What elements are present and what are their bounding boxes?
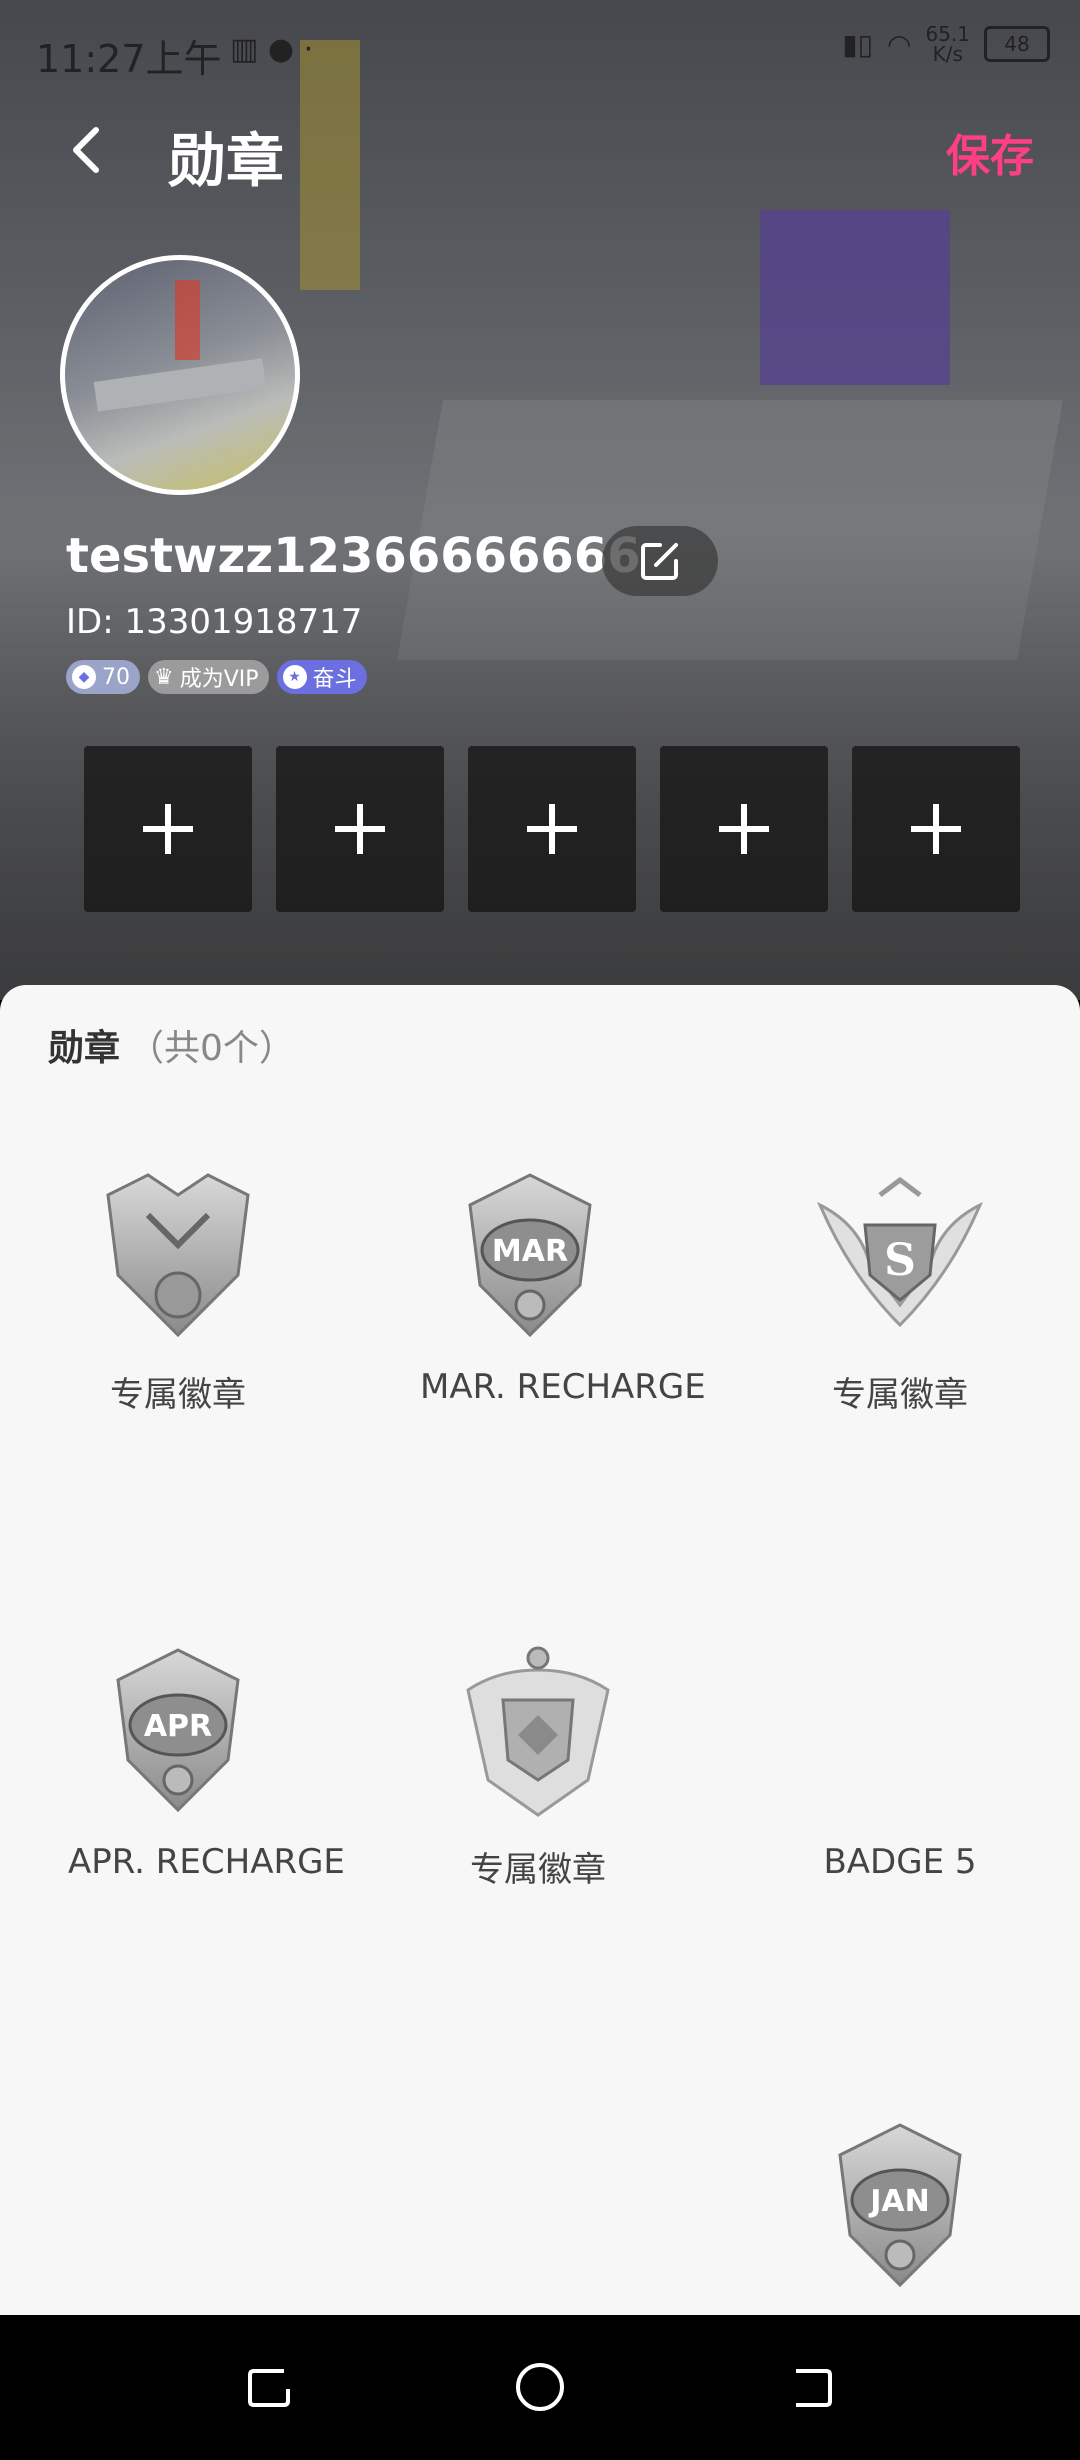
medal-name: MAR. RECHARGE xyxy=(420,1367,706,1407)
avatar[interactable] xyxy=(60,255,300,495)
badge-slot[interactable] xyxy=(84,746,252,912)
recent-apps-icon xyxy=(248,2369,290,2407)
medal-emblem: APR xyxy=(144,1709,212,1744)
medal-item[interactable]: APR APR. RECHARGE xyxy=(68,1630,345,1882)
medals-sheet: 勋章 （共0个） 专属徽章 MAR MAR. RECHARGE S 专属徽章 A… xyxy=(0,985,1080,2315)
medal-emblem: S xyxy=(884,1235,916,1286)
avatar-photo-shape xyxy=(93,358,267,412)
badge-slot[interactable] xyxy=(276,746,444,912)
rank-label: 奋斗 xyxy=(312,667,357,692)
badge-slot[interactable] xyxy=(660,746,828,912)
jan-recharge-badge-icon: JAN xyxy=(800,2105,1000,2305)
level-badge: ◆ 70 xyxy=(66,660,140,694)
badge-slot[interactable] xyxy=(852,746,1020,912)
user-badges: ◆ 70 ♛ 成为VIP ★ 奋斗 xyxy=(66,660,367,694)
s-badge-icon: S xyxy=(800,1155,1000,1355)
status-right: ▮▯ ◠ 65.1 K/s 48 xyxy=(842,24,1050,64)
wifi-icon: ◠ xyxy=(887,27,912,61)
user-id: ID: 13301918717 xyxy=(66,602,363,642)
medals-header: 勋章 （共0个） xyxy=(48,1019,295,1071)
back-nav-icon xyxy=(796,2369,832,2407)
badge-5-icon xyxy=(800,1630,1000,1830)
home-icon xyxy=(516,2363,564,2411)
signal-icon: ▮▯ xyxy=(842,27,874,61)
status-bar: 11:27上午 ▥ ● · ▮▯ ◠ 65.1 K/s 48 xyxy=(0,0,1080,100)
plus-icon xyxy=(719,804,769,854)
apr-recharge-badge-icon: APR xyxy=(78,1630,278,1830)
medal-name: BADGE 5 xyxy=(823,1842,977,1882)
level-value: 70 xyxy=(102,664,130,690)
vip-badge[interactable]: ♛ 成为VIP xyxy=(148,660,269,694)
edit-profile-button[interactable] xyxy=(602,526,718,596)
notification-icons: ▥ ● · xyxy=(230,32,314,67)
medal-emblem: JAN xyxy=(868,2184,930,2219)
medal-item[interactable]: JAN xyxy=(790,2105,1010,2305)
back-nav-button[interactable] xyxy=(780,2357,840,2417)
network-speed: 65.1 K/s xyxy=(925,22,970,66)
page-title: 勋章 xyxy=(168,127,285,195)
medal-item[interactable]: S 专属徽章 xyxy=(790,1155,1010,1416)
plus-icon xyxy=(335,804,385,854)
top-bar: 勋章 保存 xyxy=(0,100,1080,200)
rank-icon: ★ xyxy=(282,665,307,689)
medal-emblem: MAR xyxy=(492,1234,568,1269)
diamond-icon: ◆ xyxy=(72,665,96,689)
system-nav-bar xyxy=(0,2315,1080,2460)
avatar-photo-shape xyxy=(175,280,200,360)
chevron-left-icon xyxy=(73,127,99,173)
medal-item[interactable]: BADGE 5 xyxy=(790,1630,1010,1882)
recent-apps-button[interactable] xyxy=(240,2357,300,2417)
medals-label: 勋章 xyxy=(48,1028,121,1069)
guardian-badge-icon xyxy=(78,1155,278,1355)
badge-slot[interactable] xyxy=(468,746,636,912)
rank-badge: ★ 奋斗 xyxy=(276,660,367,694)
username: testwzz12366666666 xyxy=(66,528,641,584)
vip-label: 成为VIP xyxy=(179,667,259,692)
medal-name: 专属徽章 xyxy=(110,1375,246,1415)
shield-badge-icon xyxy=(438,1630,638,1830)
medal-name: 专属徽章 xyxy=(470,1850,606,1890)
plus-icon xyxy=(527,804,577,854)
mar-recharge-badge-icon: MAR xyxy=(430,1155,630,1355)
home-button[interactable] xyxy=(510,2357,570,2417)
medals-count: （共0个） xyxy=(128,1028,295,1069)
medal-item[interactable]: 专属徽章 xyxy=(68,1155,288,1416)
status-time: 11:27上午 xyxy=(36,37,222,81)
medal-name: APR. RECHARGE xyxy=(68,1842,345,1882)
medal-item[interactable]: 专属徽章 xyxy=(428,1630,648,1891)
crown-icon: ♛ xyxy=(154,664,174,690)
save-button[interactable]: 保存 xyxy=(946,120,1034,184)
battery-icon: 48 xyxy=(984,26,1050,62)
plus-icon xyxy=(911,804,961,854)
medal-item[interactable]: MAR MAR. RECHARGE xyxy=(420,1155,706,1407)
medal-name: 专属徽章 xyxy=(832,1375,968,1415)
badge-slots xyxy=(84,746,1020,912)
plus-icon xyxy=(143,804,193,854)
edit-icon xyxy=(641,543,678,580)
back-button[interactable] xyxy=(60,122,116,178)
